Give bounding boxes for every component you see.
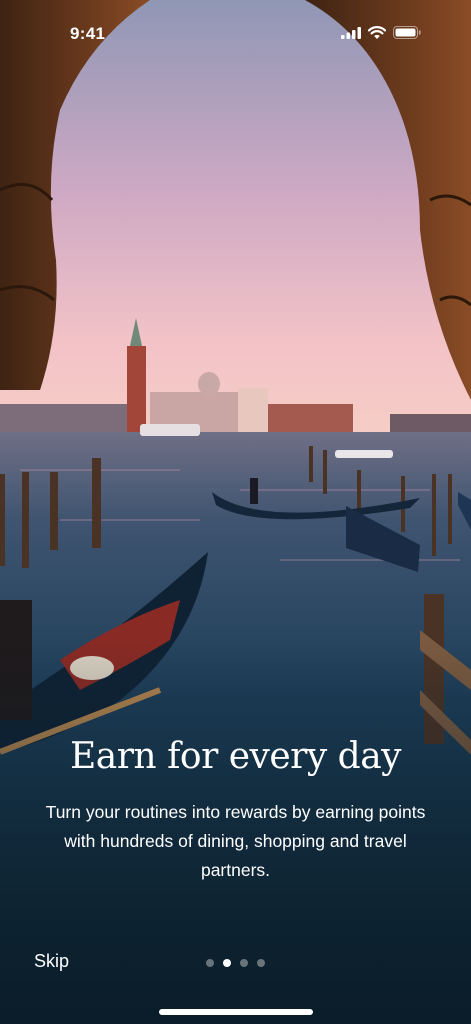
status-icons	[341, 26, 421, 39]
status-time: 9:41	[70, 24, 106, 43]
pagination-dot-2-active[interactable]	[223, 959, 231, 967]
skip-button[interactable]: Skip	[34, 951, 69, 972]
pagination-dot-4[interactable]	[257, 959, 265, 967]
home-indicator[interactable]	[159, 1009, 313, 1015]
pagination-dots	[206, 959, 265, 967]
pagination-dot-3[interactable]	[240, 959, 248, 967]
motor-boat	[335, 450, 393, 458]
onboarding-headline: Earn for every day	[69, 736, 402, 777]
onboarding-subtitle: Turn your routines into rewards by earni…	[45, 802, 426, 880]
pagination-dot-1[interactable]	[206, 959, 214, 967]
status-bar: 9:41	[0, 0, 471, 70]
wifi-icon	[368, 26, 386, 39]
battery-icon	[393, 26, 421, 39]
ferry-boat	[140, 424, 200, 436]
cellular-signal-icon	[341, 26, 361, 39]
